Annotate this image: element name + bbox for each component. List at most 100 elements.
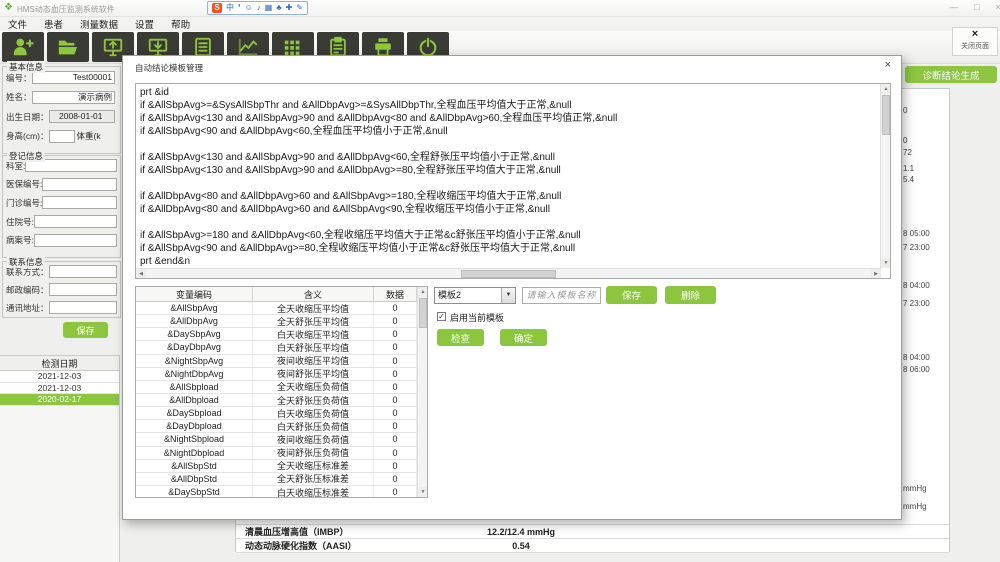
ime-logo-icon[interactable]: S xyxy=(212,3,222,13)
template-save-button[interactable]: 保存 xyxy=(606,286,657,304)
variable-table-row[interactable]: &AllDbpStd 全天舒张压标准差 0 xyxy=(136,473,427,486)
enable-template-checkbox[interactable]: ✓ xyxy=(437,312,446,321)
variable-table-row[interactable]: &AllSbpAvg 全天收缩压平均值 0 xyxy=(136,302,427,315)
variable-table: 变量编码 含义 数据 &AllSbpAvg 全天收缩压平均值 0 &AllDbp… xyxy=(135,286,428,498)
cell-value: 0 xyxy=(374,433,417,445)
variable-table-row[interactable]: &DaySbpStd 白天收缩压标准差 0 xyxy=(136,486,427,498)
ime-icon[interactable]: ✚ xyxy=(286,3,293,13)
cell-value: 0 xyxy=(374,341,417,353)
ime-icon[interactable]: ☺ xyxy=(245,3,253,13)
variable-table-row[interactable]: &NightDbpload 夜间舒张压负荷值 0 xyxy=(136,447,427,460)
template-select[interactable]: 模板2 ▼ xyxy=(434,287,516,304)
field-label: 身高(cm)： xyxy=(6,130,49,142)
menu-item[interactable]: 设置 xyxy=(135,17,154,31)
dialog-close-icon[interactable]: × xyxy=(885,59,891,71)
template-line: if &AllSbpAvg>=180 and &AllDbpAvg<60,全程收… xyxy=(140,229,879,242)
ime-toolbar[interactable]: S 中 ❜ ☺ ♪ ▦♣ ✚✎ xyxy=(207,1,308,15)
check-button[interactable]: 检查 xyxy=(437,329,484,346)
field-label: 编号： xyxy=(6,72,32,84)
cell-code: &DaySbpStd xyxy=(136,486,253,498)
result-fragment: 7 23:00 xyxy=(903,299,930,308)
variable-table-row[interactable]: &AllSbpStd 全天收缩压标准差 0 xyxy=(136,460,427,473)
scrollbar-thumb[interactable] xyxy=(419,298,427,328)
group-title: 联系信息 xyxy=(7,256,45,268)
variable-table-row[interactable]: &AllSbpload 全天收缩压负荷值 0 xyxy=(136,381,427,394)
table-vertical-scrollbar[interactable]: ▲ ▼ xyxy=(417,287,427,497)
variable-table-row[interactable]: &DaySbpAvg 白天收缩压平均值 0 xyxy=(136,328,427,341)
field-input[interactable] xyxy=(42,178,117,191)
add-patient-button[interactable] xyxy=(2,32,44,62)
variable-table-row[interactable]: &AllDbpload 全天舒张压负荷值 0 xyxy=(136,394,427,407)
ok-button[interactable]: 确定 xyxy=(500,329,547,346)
cell-code: &DayDbpAvg xyxy=(136,341,253,353)
window-minimize-button[interactable]: — xyxy=(947,2,961,12)
field-input[interactable] xyxy=(34,215,117,228)
template-textarea[interactable]: prt &idif &AllSbpAvg>=&SysAllSbpThr and … xyxy=(135,83,891,279)
field-label: 通讯地址： xyxy=(6,302,49,314)
variable-table-row[interactable]: &NightSbpAvg 夜间收缩压平均值 0 xyxy=(136,355,427,368)
patient-save-button[interactable]: 保存 xyxy=(63,322,108,338)
add-patient-icon xyxy=(11,36,35,58)
ime-icon[interactable]: ♪ xyxy=(257,3,261,13)
field-input[interactable]: 2008-01-01 xyxy=(49,110,115,123)
variable-table-row[interactable]: &DayDbpload 白天舒张压负荷值 0 xyxy=(136,420,427,433)
visit-date-row[interactable]: 2021-12-03 xyxy=(0,383,119,395)
window-close-button[interactable]: × xyxy=(991,2,1000,12)
field-input[interactable] xyxy=(49,283,117,296)
template-line xyxy=(140,138,879,151)
textarea-horizontal-scrollbar[interactable]: ◀ ▶ xyxy=(136,268,881,278)
template-line: if &AllSbpAvg<90 and &AllDbpAvg>=80,全程收缩… xyxy=(140,242,879,255)
visit-date-row[interactable]: 2021-12-03 xyxy=(0,371,119,383)
result-fragment: 8 05:00 xyxy=(903,229,930,238)
ime-icon[interactable]: ❜ xyxy=(238,3,241,13)
ime-icon[interactable]: ♣ xyxy=(276,3,281,13)
cell-value: 0 xyxy=(374,447,417,459)
scroll-right-icon[interactable]: ▶ xyxy=(871,269,881,279)
result-fragment: 1.1 xyxy=(903,164,914,173)
variable-table-row[interactable]: &AllDbpAvg 全天舒张压平均值 0 xyxy=(136,315,427,328)
scroll-up-icon[interactable]: ▲ xyxy=(418,287,428,297)
field-input[interactable] xyxy=(49,301,117,314)
result-fragment: 0 xyxy=(903,136,907,145)
chevron-down-icon[interactable]: ▼ xyxy=(501,288,515,303)
cell-value: 0 xyxy=(374,486,417,498)
form-row: 身高(cm)： 体重(k xyxy=(3,128,120,146)
template-delete-button[interactable]: 删除 xyxy=(665,286,716,304)
scrollbar-thumb[interactable] xyxy=(882,95,890,135)
open-record-button[interactable] xyxy=(47,32,89,62)
field-input[interactable] xyxy=(49,265,117,278)
ime-icon[interactable]: ▦ xyxy=(265,3,273,13)
menu-item[interactable]: 文件 xyxy=(8,17,27,31)
template-name-input[interactable]: 请输入模板名称 xyxy=(522,287,601,304)
variable-table-row[interactable]: &DayDbpAvg 白天舒张压平均值 0 xyxy=(136,341,427,354)
metric-value: 12.2/12.4 mmHg xyxy=(431,527,611,537)
menu-item[interactable]: 测量数据 xyxy=(80,17,118,31)
variable-table-row[interactable]: &NightSbpload 夜间收缩压负荷值 0 xyxy=(136,433,427,446)
cell-meaning: 夜间收缩压负荷值 xyxy=(253,433,374,445)
ime-icon[interactable]: 中 xyxy=(226,3,234,13)
scrollbar-thumb[interactable] xyxy=(461,270,556,278)
scroll-down-icon[interactable]: ▼ xyxy=(418,487,428,497)
field-input[interactable] xyxy=(34,234,117,247)
scroll-left-icon[interactable]: ◀ xyxy=(136,269,146,279)
menu-item[interactable]: 患者 xyxy=(44,17,63,31)
scroll-down-icon[interactable]: ▼ xyxy=(881,258,891,268)
field-input[interactable]: Test00001 xyxy=(32,71,115,84)
variable-table-row[interactable]: &NightDbpAvg 夜间舒张压平均值 0 xyxy=(136,368,427,381)
field-input[interactable]: 演示病例 xyxy=(32,91,115,104)
textarea-vertical-scrollbar[interactable]: ▲ ▼ xyxy=(880,84,890,268)
menu-item[interactable]: 帮助 xyxy=(171,17,190,31)
generate-conclusion-button[interactable]: 诊断结论生成 xyxy=(905,66,997,83)
visit-date-row[interactable]: 2020-02-17 xyxy=(0,394,119,406)
metric-row-imbp: 清晨血压增高值（IMBP） 12.2/12.4 mmHg xyxy=(236,524,949,539)
cell-meaning: 白天舒张压负荷值 xyxy=(253,420,374,432)
variable-table-row[interactable]: &DaySbpload 白天收缩压负荷值 0 xyxy=(136,407,427,420)
close-page-label: 关闭页面 xyxy=(953,41,997,51)
field-input[interactable] xyxy=(49,130,75,143)
scroll-up-icon[interactable]: ▲ xyxy=(881,84,891,94)
ime-icon[interactable]: ✎ xyxy=(296,3,303,13)
field-input[interactable] xyxy=(42,196,117,209)
window-maximize-button[interactable]: □ xyxy=(970,2,984,12)
group-registration-info: 登记信息 科室: 医保编号: 门诊编号: 住院号: xyxy=(2,155,121,258)
close-page-button[interactable]: × 关闭页面 xyxy=(952,27,998,56)
